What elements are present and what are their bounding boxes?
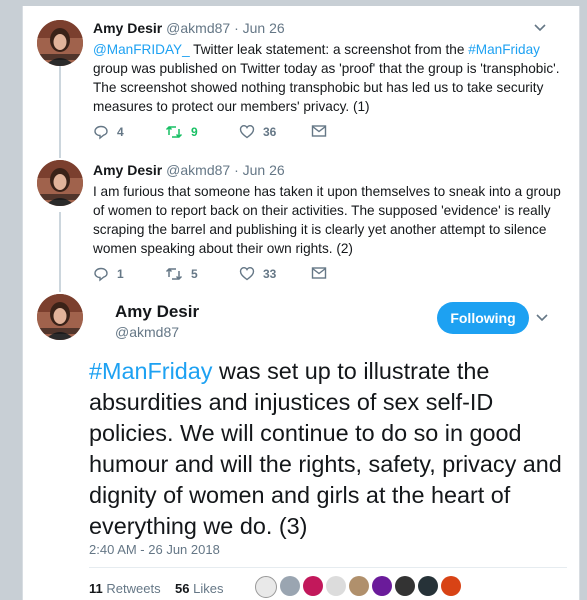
avatar[interactable]: [37, 294, 83, 340]
like-button[interactable]: 36: [239, 124, 276, 139]
retweet-button[interactable]: 9: [165, 124, 198, 140]
tweet-2[interactable]: Amy Desir @akmd87 · Jun 26 I am furious …: [23, 156, 579, 288]
reply-icon: [93, 266, 109, 282]
liker-avatar[interactable]: [441, 576, 461, 596]
separator: ·: [234, 20, 239, 36]
hashtag-link[interactable]: #ManFriday: [468, 42, 540, 57]
user-handle[interactable]: @akmd87: [115, 324, 179, 340]
like-icon: [239, 266, 255, 281]
like-button[interactable]: 33: [239, 266, 276, 281]
tweet-text: I am furious that someone has taken it u…: [93, 184, 561, 256]
display-name[interactable]: Amy Desir: [93, 162, 162, 178]
tweet-header: Amy Desir @akmd87 · Jun 26: [93, 20, 285, 36]
retweet-count: 9: [191, 125, 198, 139]
reply-count: 4: [117, 125, 124, 139]
reply-button[interactable]: 4: [93, 124, 124, 140]
liker-avatar[interactable]: [349, 576, 369, 596]
liker-avatar[interactable]: [280, 576, 300, 596]
reply-icon: [93, 124, 109, 140]
separator: ·: [234, 162, 239, 178]
like-icon: [239, 124, 255, 139]
divider: [89, 567, 567, 568]
display-name[interactable]: Amy Desir: [115, 302, 199, 322]
chevron-down-icon[interactable]: [533, 20, 547, 37]
message-button[interactable]: [311, 124, 327, 138]
message-button[interactable]: [311, 266, 327, 280]
liker-avatar[interactable]: [372, 576, 392, 596]
tweet-date[interactable]: Jun 26: [243, 162, 285, 178]
tweet-date[interactable]: Jun 26: [243, 20, 285, 36]
avatar[interactable]: [37, 160, 83, 206]
liker-avatar[interactable]: [255, 576, 277, 598]
liker-avatar[interactable]: [303, 576, 323, 596]
tweet-1[interactable]: Amy Desir @akmd87 · Jun 26 @ManFRIDAY_ T…: [23, 6, 579, 156]
display-name[interactable]: Amy Desir: [93, 20, 162, 36]
following-button[interactable]: Following: [437, 302, 529, 334]
user-handle[interactable]: @akmd87: [166, 162, 230, 178]
tweet-header: Amy Desir @akmd87 · Jun 26: [93, 162, 285, 178]
message-icon: [311, 266, 327, 280]
reply-count: 1: [117, 267, 124, 281]
engagement-stats: 11 Retweets 56 Likes: [89, 581, 223, 596]
reply-button[interactable]: 1: [93, 266, 124, 282]
liker-avatar[interactable]: [395, 576, 415, 596]
retweet-button[interactable]: 5: [165, 266, 198, 282]
retweet-icon: [165, 266, 183, 282]
avatar[interactable]: [37, 20, 83, 66]
tweet-actions: 1 5 33: [93, 266, 393, 284]
retweets-stat[interactable]: 11 Retweets: [89, 581, 161, 596]
chevron-down-icon[interactable]: [535, 310, 549, 327]
retweet-icon: [165, 124, 183, 140]
tweet-actions: 4 9 36: [93, 124, 393, 142]
tweet-timestamp[interactable]: 2:40 AM - 26 Jun 2018: [89, 542, 220, 557]
like-count: 36: [263, 124, 277, 139]
likes-stat[interactable]: 56 Likes: [175, 581, 223, 596]
retweet-count: 5: [191, 267, 198, 281]
liker-avatar[interactable]: [326, 576, 346, 596]
main-tweet-text: #ManFriday was set up to illustrate the …: [89, 358, 562, 539]
like-count: 33: [263, 266, 277, 281]
message-icon: [311, 124, 327, 138]
user-handle[interactable]: @akmd87: [166, 20, 230, 36]
mention-link[interactable]: @ManFRIDAY_: [93, 42, 190, 57]
liker-avatar[interactable]: [418, 576, 438, 596]
liker-avatars: [255, 576, 461, 598]
hashtag-link[interactable]: #ManFriday: [89, 358, 213, 384]
tweet-text: @ManFRIDAY_ Twitter leak statement: a sc…: [93, 42, 560, 114]
tweet-thread-card: Amy Desir @akmd87 · Jun 26 @ManFRIDAY_ T…: [22, 6, 580, 600]
